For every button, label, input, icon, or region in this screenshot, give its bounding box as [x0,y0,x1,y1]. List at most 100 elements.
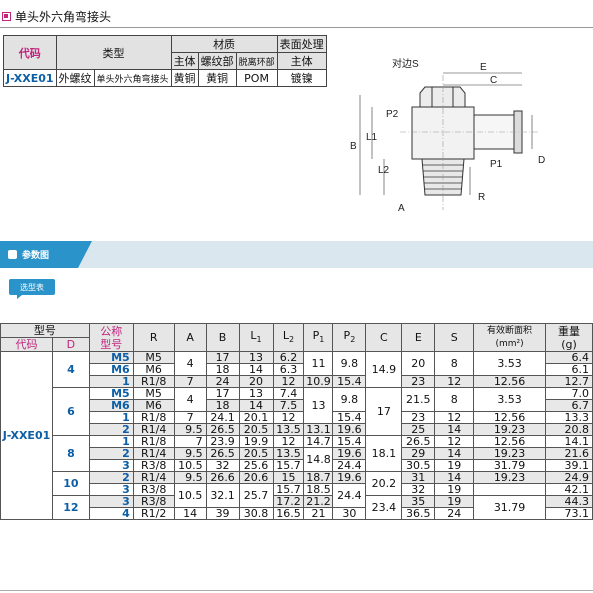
table-cell: 44.3 [544,495,593,508]
diagram-label-l1: L1 [366,132,378,143]
selection-table-button[interactable]: 选型表 [9,279,55,299]
table-cell: 12 [272,375,305,388]
table-cell: R1/4 [132,423,175,436]
table-cell: 31 [401,471,436,484]
table-cell: 15.7 [272,459,305,472]
diagram-label-l2: L2 [378,165,390,176]
table-cell: 14.7 [303,435,334,448]
table-cell: 12.7 [544,375,593,388]
table-cell: M6 [88,363,134,376]
table-cell: 13 [238,351,274,364]
table-cell: 3 [88,495,134,508]
table-cell: 14.9 [365,351,403,388]
table-cell: 9.5 [173,447,207,460]
table-cell: 3.53 [473,351,546,376]
table-cell: 18.7 [303,471,334,484]
diagram-label-a: A [398,203,405,214]
table-cell: 12.56 [473,375,546,388]
table-cell: 6.4 [544,351,593,364]
table-cell: 20.2 [365,471,403,496]
table-cell: 23.4 [365,495,403,520]
table-cell: 14 [434,423,475,436]
table-cell: 32.1 [205,483,240,508]
table-cell: 7.0 [544,387,593,400]
table-cell: 19 [434,483,475,496]
table-cell: M5 [132,351,175,364]
table-cell [473,483,546,496]
table-cell: 31.79 [473,495,546,520]
diagram-label-hex: 对边S [392,57,419,70]
product-type-desc: 单头外六角弯接头 [93,69,172,87]
table-cell: M5 [88,351,134,364]
table-cell: 32 [401,483,436,496]
table-cell: 7 [173,411,207,424]
table-cell: 12.56 [473,411,546,424]
table-cell: 20.6 [238,471,274,484]
title-divider [0,27,593,28]
table-cell: 24 [434,507,475,520]
table-cell: 13.5 [272,447,305,460]
table-cell: 19.6 [332,471,367,484]
table-cell: 2 [88,447,134,460]
table-cell: 42.1 [544,483,593,496]
product-release-material: POM [235,69,278,87]
table-cell: 25.7 [238,483,274,508]
table-cell: 21 [303,507,334,520]
table-cell: 24.4 [332,483,367,508]
page: 单头外六角弯接头 代码 类型 材质 表面处理 主体 螺纹部 脱离环部 主体 J-… [0,0,593,593]
d-cell-12: 12 [51,495,90,520]
header-b: B [205,323,240,352]
table-cell: 39 [205,507,240,520]
table-cell: 32 [205,459,240,472]
table-cell: M5 [132,387,175,400]
table-cell: 9.5 [173,471,207,484]
table-cell: 20.5 [238,423,274,436]
table-cell: 18.5 [303,483,334,496]
table-cell: 39.1 [544,459,593,472]
table-cell: 19.23 [473,471,546,484]
table-cell: 23 [401,375,436,388]
title-marker-icon [2,11,11,21]
table-cell: 26.5 [205,423,240,436]
table-cell: 12 [434,375,475,388]
table-cell: 6.1 [544,363,593,376]
table-cell: 3.53 [473,387,546,412]
table-cell: 18.1 [365,435,403,472]
table-cell: 26.5 [205,447,240,460]
table-cell: 3 [88,483,134,496]
table-cell: 17 [205,387,240,400]
table-cell: 8 [434,351,475,376]
table-cell: R1/8 [132,375,175,388]
table-cell: R1/4 [132,447,175,460]
d-cell-10: 10 [51,471,90,496]
diagram-label-c: C [490,75,497,86]
document-icon [8,250,17,259]
table-cell: 12 [272,411,305,424]
table-cell: 13 [238,387,274,400]
table-cell: 3 [88,459,134,472]
header-nominal: 公称 型号 [88,323,134,352]
header-c: C [365,323,403,352]
table-cell: R1/8 [132,411,175,424]
header-release: 脱离环部 [235,52,278,70]
table-cell: 13.1 [303,423,334,436]
table-cell: 7.5 [272,399,305,412]
table-cell: 4 [173,351,207,376]
table-cell: 25 [401,423,436,436]
table-cell: M6 [132,399,175,412]
table-cell: R1/4 [132,471,175,484]
table-cell: 4 [173,387,207,412]
table-cell: 15.4 [332,435,367,448]
table-cell: 19.23 [473,447,546,460]
table-cell: 7.4 [272,387,305,400]
table-cell: 26.6 [205,471,240,484]
table-cell: 1 [88,435,134,448]
table-cell: 1 [88,375,134,388]
diagram-label-d: D [538,155,545,166]
header-weight: 重量 (g) [544,323,593,352]
table-cell: 14 [434,471,475,484]
diagram-label-p1: P1 [490,159,503,170]
table-cell: 17 [365,387,403,436]
table-cell: M6 [132,363,175,376]
tab-parameters[interactable]: 参数图 [0,241,92,268]
